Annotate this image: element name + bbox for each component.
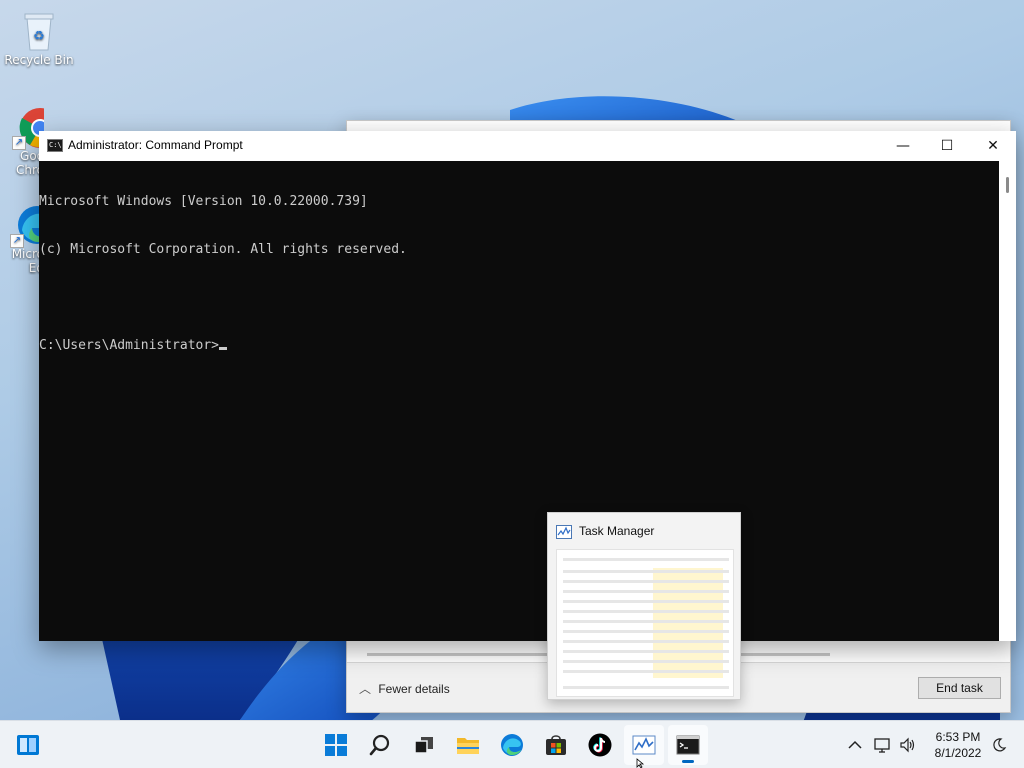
widgets-icon bbox=[17, 735, 39, 755]
preview-thumbnail bbox=[556, 549, 734, 697]
title-bar[interactable]: C:\ Administrator: Command Prompt — ☐ ✕ bbox=[39, 131, 1016, 161]
vertical-scrollbar[interactable] bbox=[999, 161, 1016, 641]
command-prompt-window[interactable]: C:\ Administrator: Command Prompt — ☐ ✕ … bbox=[39, 131, 1016, 641]
search-button[interactable] bbox=[360, 725, 400, 765]
clock-time: 6:53 PM bbox=[935, 730, 981, 744]
shortcut-arrow-icon: ↗ bbox=[12, 136, 26, 150]
start-icon bbox=[325, 734, 347, 756]
desktop-icon-edge[interactable]: ↗ Micro Ed bbox=[4, 204, 44, 275]
chevron-up-icon: ︿ bbox=[359, 682, 372, 696]
recycle-bin-icon: ♻ bbox=[19, 10, 59, 51]
edge-icon bbox=[501, 734, 523, 756]
thumbnail-row bbox=[563, 558, 729, 561]
thumbnail-row bbox=[563, 580, 729, 583]
network-icon bbox=[874, 738, 890, 753]
thumbnail-row bbox=[563, 600, 729, 603]
thumbnail-row bbox=[563, 620, 729, 623]
end-task-button[interactable]: End task bbox=[918, 677, 1001, 699]
taskbar-thumbnail-preview[interactable]: Task Manager bbox=[547, 512, 741, 700]
svg-text:♻: ♻ bbox=[33, 29, 45, 44]
search-icon bbox=[369, 734, 390, 756]
thumbnail-row bbox=[563, 630, 729, 633]
clock[interactable]: 6:53 PM 8/1/2022 bbox=[928, 729, 988, 761]
taskbar: 6:53 PM 8/1/2022 bbox=[0, 720, 1024, 768]
file-explorer-button[interactable] bbox=[448, 725, 488, 765]
task-manager-icon bbox=[556, 525, 572, 539]
fewer-details-button[interactable]: ︿ Fewer details bbox=[359, 680, 450, 697]
widgets-button[interactable] bbox=[8, 725, 48, 765]
desktop-icon-label: Goo Chro bbox=[16, 149, 44, 177]
clock-date: 8/1/2022 bbox=[934, 746, 982, 760]
start-button[interactable] bbox=[316, 725, 356, 765]
console-line: (c) Microsoft Corporation. All rights re… bbox=[39, 242, 407, 257]
task-view-button[interactable] bbox=[404, 725, 444, 765]
fewer-details-label: Fewer details bbox=[378, 682, 450, 696]
tiktok-button[interactable] bbox=[580, 725, 620, 765]
command-prompt-icon: C:\ bbox=[47, 139, 63, 152]
prompt-line[interactable]: C:\Users\Administrator> bbox=[39, 338, 999, 354]
command-prompt-button[interactable] bbox=[668, 725, 708, 765]
volume-icon bbox=[900, 737, 915, 753]
desktop-icon-label: Micro Ed bbox=[11, 247, 44, 275]
prompt-text: C:\Users\Administrator> bbox=[39, 338, 220, 353]
moon-icon bbox=[993, 738, 1007, 752]
chevron-up-icon bbox=[848, 740, 862, 749]
tiktok-icon bbox=[588, 733, 612, 757]
thumbnail-row bbox=[563, 686, 729, 689]
thumbnail-row bbox=[563, 570, 729, 573]
thumbnail-row bbox=[563, 660, 729, 663]
console-output[interactable]: Microsoft Windows [Version 10.0.22000.73… bbox=[39, 161, 999, 641]
show-hidden-icons-button[interactable] bbox=[842, 725, 868, 765]
task-manager-icon bbox=[632, 735, 656, 755]
focus-assist-button[interactable] bbox=[988, 725, 1010, 765]
store-button[interactable] bbox=[536, 725, 576, 765]
desktop-icon-recycle-bin[interactable]: ♻ Recycle Bin bbox=[4, 10, 74, 67]
thumbnail-row bbox=[563, 610, 729, 613]
command-prompt-icon bbox=[676, 735, 700, 755]
shortcut-arrow-icon: ↗ bbox=[10, 234, 24, 248]
text-cursor bbox=[219, 347, 228, 350]
console-line: Microsoft Windows [Version 10.0.22000.73… bbox=[39, 194, 368, 209]
window-title: Administrator: Command Prompt bbox=[68, 138, 243, 152]
store-icon bbox=[546, 735, 566, 755]
active-window-indicator bbox=[682, 760, 694, 763]
desktop-icon-label: Recycle Bin bbox=[4, 53, 74, 67]
close-button[interactable]: ✕ bbox=[970, 131, 1016, 161]
minimize-button[interactable]: — bbox=[880, 131, 926, 161]
preview-title: Task Manager bbox=[579, 524, 655, 538]
scrollbar-thumb[interactable] bbox=[1006, 177, 1009, 193]
volume-button[interactable] bbox=[896, 725, 920, 765]
file-explorer-icon bbox=[457, 738, 479, 754]
desktop-icon-chrome[interactable]: ↗ Goo Chro bbox=[4, 106, 44, 177]
thumbnail-row bbox=[563, 590, 729, 593]
mouse-cursor-icon bbox=[636, 758, 645, 768]
network-button[interactable] bbox=[870, 725, 894, 765]
thumbnail-row bbox=[563, 650, 729, 653]
thumbnail-row bbox=[563, 670, 729, 673]
maximize-button[interactable]: ☐ bbox=[924, 131, 970, 161]
thumbnail-row bbox=[563, 640, 729, 643]
task-view-icon bbox=[414, 737, 433, 754]
edge-button[interactable] bbox=[492, 725, 532, 765]
